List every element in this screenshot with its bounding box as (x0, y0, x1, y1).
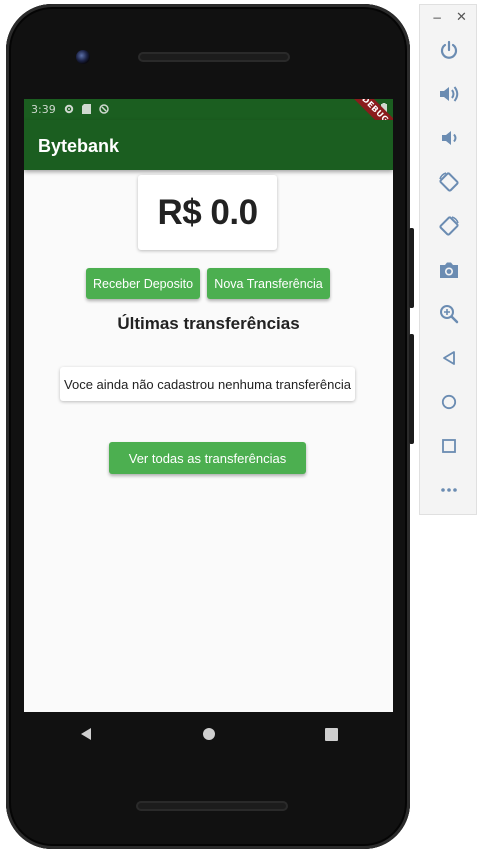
emulator-stage: 3:39 DEBUG Bytebank R$ 0.0 Receber Depos… (0, 0, 483, 863)
recents-icon (325, 727, 338, 741)
rotate-left-icon (439, 172, 459, 192)
back-icon (443, 351, 455, 365)
empty-transfers-message: Voce ainda não cadastrou nenhuma transfe… (64, 376, 351, 392)
back-icon (80, 728, 91, 740)
volume-down-icon (442, 131, 457, 145)
close-icon[interactable]: ✕ (456, 10, 467, 25)
app-screen: 3:39 DEBUG Bytebank R$ 0.0 Receber Depos… (24, 99, 393, 712)
emulator-more-button[interactable] (429, 472, 469, 508)
volume-up-icon (440, 86, 459, 102)
status-bar: 3:39 DEBUG (24, 99, 393, 144)
minimize-icon[interactable]: − (432, 11, 442, 25)
receive-deposit-button[interactable]: Receber Deposito (86, 268, 200, 299)
home-icon (441, 394, 457, 410)
power-side-button (409, 228, 414, 308)
sd-card-status-icon (81, 103, 91, 117)
screenshot-button[interactable] (429, 252, 469, 288)
balance-value: R$ 0.0 (157, 192, 258, 232)
emulator-toolbar: − ✕ (419, 4, 477, 515)
volume-up-button[interactable] (429, 76, 469, 112)
power-button[interactable] (429, 32, 469, 68)
app-title: Bytebank (38, 136, 120, 156)
rotate-right-icon (439, 216, 459, 236)
volume-side-button (409, 334, 414, 444)
android-nav-bar (24, 712, 393, 756)
empty-transfers-card: Voce ainda não cadastrou nenhuma transfe… (60, 367, 355, 401)
power-icon (440, 40, 458, 59)
more-icon (441, 488, 457, 492)
rotate-left-button[interactable] (429, 164, 469, 200)
view-all-transfers-button[interactable]: Ver todas as transferências (109, 442, 306, 474)
rotate-right-button[interactable] (429, 208, 469, 244)
emulator-overview-button[interactable] (429, 428, 469, 464)
emulator-window-controls: − ✕ (420, 5, 478, 31)
front-camera (76, 50, 90, 64)
settings-status-icon (64, 103, 74, 117)
zoom-button[interactable] (429, 296, 469, 332)
overview-icon (442, 439, 456, 453)
nav-back-button[interactable] (66, 714, 106, 754)
balance-card: R$ 0.0 (138, 175, 277, 250)
bottom-speaker (136, 801, 288, 811)
emulator-back-button[interactable] (429, 340, 469, 376)
new-transfer-button[interactable]: Nova Transferência (207, 268, 330, 299)
home-icon (202, 728, 215, 740)
nav-recents-button[interactable] (312, 714, 352, 754)
top-speaker (138, 52, 290, 62)
app-bar: Bytebank (24, 120, 393, 170)
sync-status-icon (98, 103, 109, 117)
status-time: 3:39 (31, 103, 56, 116)
volume-down-button[interactable] (429, 120, 469, 156)
nav-home-button[interactable] (189, 714, 229, 754)
zoom-icon (440, 305, 459, 324)
camera-icon (440, 262, 458, 278)
recent-transfers-title: Últimas transferências (117, 314, 300, 333)
emulator-home-button[interactable] (429, 384, 469, 420)
